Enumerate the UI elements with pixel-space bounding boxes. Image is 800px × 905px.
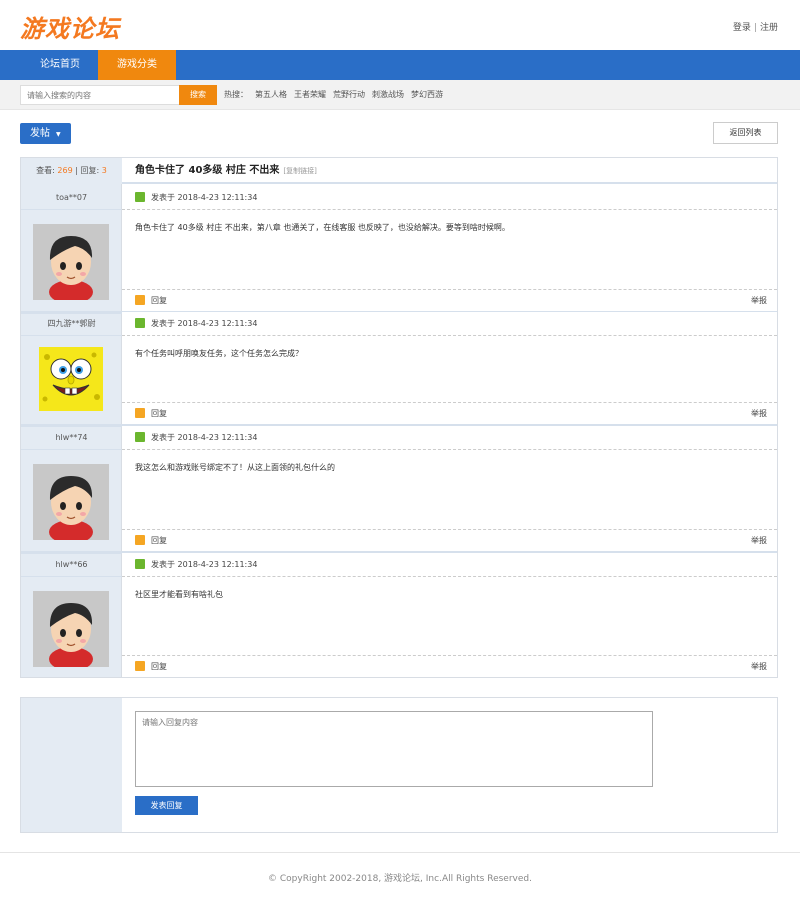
post-content: 我这怎么和游戏账号绑定不了！从这上面领的礼包什么的 <box>135 463 335 472</box>
replies-label: 回复: <box>80 166 100 175</box>
views-count: 269 <box>57 166 73 175</box>
thread-stats: 查看: 269 | 回复: 3 <box>21 158 122 184</box>
reply-icon <box>135 661 145 671</box>
new-post-button[interactable]: 发帖 ▼ <box>20 123 71 144</box>
views-label: 查看: <box>36 166 55 175</box>
avatar[interactable] <box>33 464 109 544</box>
post-meta: 发表于 2018-4-23 12:11:34 <box>122 186 777 210</box>
post-content: 有个任务叫呼朋唤友任务，这个任务怎么完成？ <box>135 349 303 358</box>
post: hlw**66 发表于 2018-4-23 12:11:34 社区里才能看到有啥… <box>21 553 777 678</box>
reply-left-column <box>21 698 122 832</box>
post-footer: 回复 举报 <box>122 655 777 677</box>
thread-toolbar: 发帖 ▼ 返回列表 <box>0 110 800 156</box>
back-to-list-button[interactable]: 返回列表 <box>713 122 778 144</box>
reply-icon <box>135 295 145 305</box>
hot-item[interactable]: 王者荣耀 <box>294 90 326 99</box>
user-icon <box>135 318 145 328</box>
tab-forum-home[interactable]: 论坛首页 <box>22 50 98 80</box>
search-input[interactable] <box>20 85 180 105</box>
post-username[interactable]: hlw**66 <box>21 553 122 577</box>
post-time: 2018-4-23 12:11:34 <box>177 560 258 569</box>
post-username[interactable]: toa**07 <box>21 186 122 210</box>
report-link[interactable]: 举报 <box>751 290 767 312</box>
post-content: 社区里才能看到有啥礼包 <box>135 590 223 599</box>
cartoon-boy-avatar-icon <box>33 591 109 671</box>
post-time-label: 发表于 <box>151 193 175 202</box>
post-meta: 发表于 2018-4-23 12:11:34 <box>122 426 777 450</box>
auth-links: 登录 | 注册 <box>733 20 778 33</box>
reply-link[interactable]: 回复 <box>151 409 167 418</box>
caret-down-icon: ▼ <box>56 131 61 138</box>
avatar[interactable] <box>33 591 109 671</box>
stats-separator: | <box>75 166 78 175</box>
reply-link[interactable]: 回复 <box>151 536 167 545</box>
user-icon <box>135 559 145 569</box>
new-post-label: 发帖 <box>30 128 50 139</box>
thread-title: 角色卡住了 40多级 村庄 不出来 <box>135 165 280 176</box>
copy-link[interactable]: [复制链接] <box>283 167 316 175</box>
post-meta: 发表于 2018-4-23 12:11:34 <box>122 553 777 577</box>
thread-header: 查看: 269 | 回复: 3 角色卡住了 40多级 村庄 不出来 [复制链接] <box>21 158 777 184</box>
site-logo[interactable]: 游戏论坛 <box>20 9 120 44</box>
reply-icon <box>135 408 145 418</box>
post-time-label: 发表于 <box>151 319 175 328</box>
avatar[interactable] <box>33 224 109 304</box>
spongebob-avatar-icon <box>39 347 103 411</box>
user-icon <box>135 192 145 202</box>
thread-title-wrap: 角色卡住了 40多级 村庄 不出来 [复制链接] <box>135 158 317 184</box>
post-time: 2018-4-23 12:11:34 <box>177 319 258 328</box>
thread-panel: 查看: 269 | 回复: 3 角色卡住了 40多级 村庄 不出来 [复制链接] … <box>20 157 778 678</box>
user-icon <box>135 432 145 442</box>
register-link[interactable]: 注册 <box>760 23 778 33</box>
post-username[interactable]: 四九游**郭尉 <box>21 312 122 336</box>
reply-link[interactable]: 回复 <box>151 296 167 305</box>
hot-item[interactable]: 梦幻西游 <box>411 90 443 99</box>
post: 四九游**郭尉 发表于 2018-4-23 12:11:34 有个任务叫呼朋唤友… <box>21 312 777 427</box>
hot-item[interactable]: 刺激战场 <box>372 90 404 99</box>
reply-link[interactable]: 回复 <box>151 662 167 671</box>
hot-item[interactable]: 荒野行动 <box>333 90 365 99</box>
tab-game-category[interactable]: 游戏分类 <box>98 50 176 80</box>
report-link[interactable]: 举报 <box>751 530 767 552</box>
cartoon-boy-avatar-icon <box>33 464 109 544</box>
post-meta: 发表于 2018-4-23 12:11:34 <box>122 312 777 336</box>
hot-item[interactable]: 第五人格 <box>255 90 287 99</box>
post-time-label: 发表于 <box>151 433 175 442</box>
hot-label: 热搜： <box>224 90 248 99</box>
post-time-label: 发表于 <box>151 560 175 569</box>
hot-searches: 热搜： 第五人格 王者荣耀 荒野行动 刺激战场 梦幻西游 <box>224 85 443 105</box>
post-footer: 回复 举报 <box>122 529 777 551</box>
post-time: 2018-4-23 12:11:34 <box>177 433 258 442</box>
search-bar: 搜索 热搜： 第五人格王者荣耀荒野行动刺激战场梦幻西游 <box>0 80 800 110</box>
avatar[interactable] <box>39 347 103 411</box>
submit-reply-button[interactable]: 发表回复 <box>135 796 198 815</box>
auth-separator: | <box>753 23 757 33</box>
post-footer: 回复 举报 <box>122 402 777 424</box>
site-header: 游戏论坛 登录 | 注册 <box>0 0 800 50</box>
report-link[interactable]: 举报 <box>751 403 767 425</box>
post-footer: 回复 举报 <box>122 289 777 311</box>
post: hlw**74 发表于 2018-4-23 12:11:34 我这怎么和游戏账号… <box>21 426 777 554</box>
report-link[interactable]: 举报 <box>751 656 767 678</box>
login-link[interactable]: 登录 <box>733 23 751 33</box>
cartoon-boy-avatar-icon <box>33 224 109 304</box>
site-footer: © CopyRight 2002-2018, 游戏论坛, Inc.All Rig… <box>0 852 800 903</box>
post-time: 2018-4-23 12:11:34 <box>177 193 258 202</box>
post-content: 角色卡住了 40多级 村庄 不出来，第八章 也通关了，在线客服 也反映了，也没给… <box>135 223 510 232</box>
post-username[interactable]: hlw**74 <box>21 426 122 450</box>
main-nav: 论坛首页 游戏分类 <box>0 50 800 80</box>
replies-count: 3 <box>101 166 107 175</box>
reply-form: 发表回复 <box>20 697 778 833</box>
reply-icon <box>135 535 145 545</box>
post: toa**07 发表于 2018-4-23 12:11:34 角色卡住了 40多… <box>21 186 777 314</box>
copyright-text: © CopyRight 2002-2018, 游戏论坛, Inc.All Rig… <box>268 874 532 884</box>
reply-textarea[interactable] <box>135 711 653 787</box>
search-button[interactable]: 搜索 <box>179 85 217 105</box>
